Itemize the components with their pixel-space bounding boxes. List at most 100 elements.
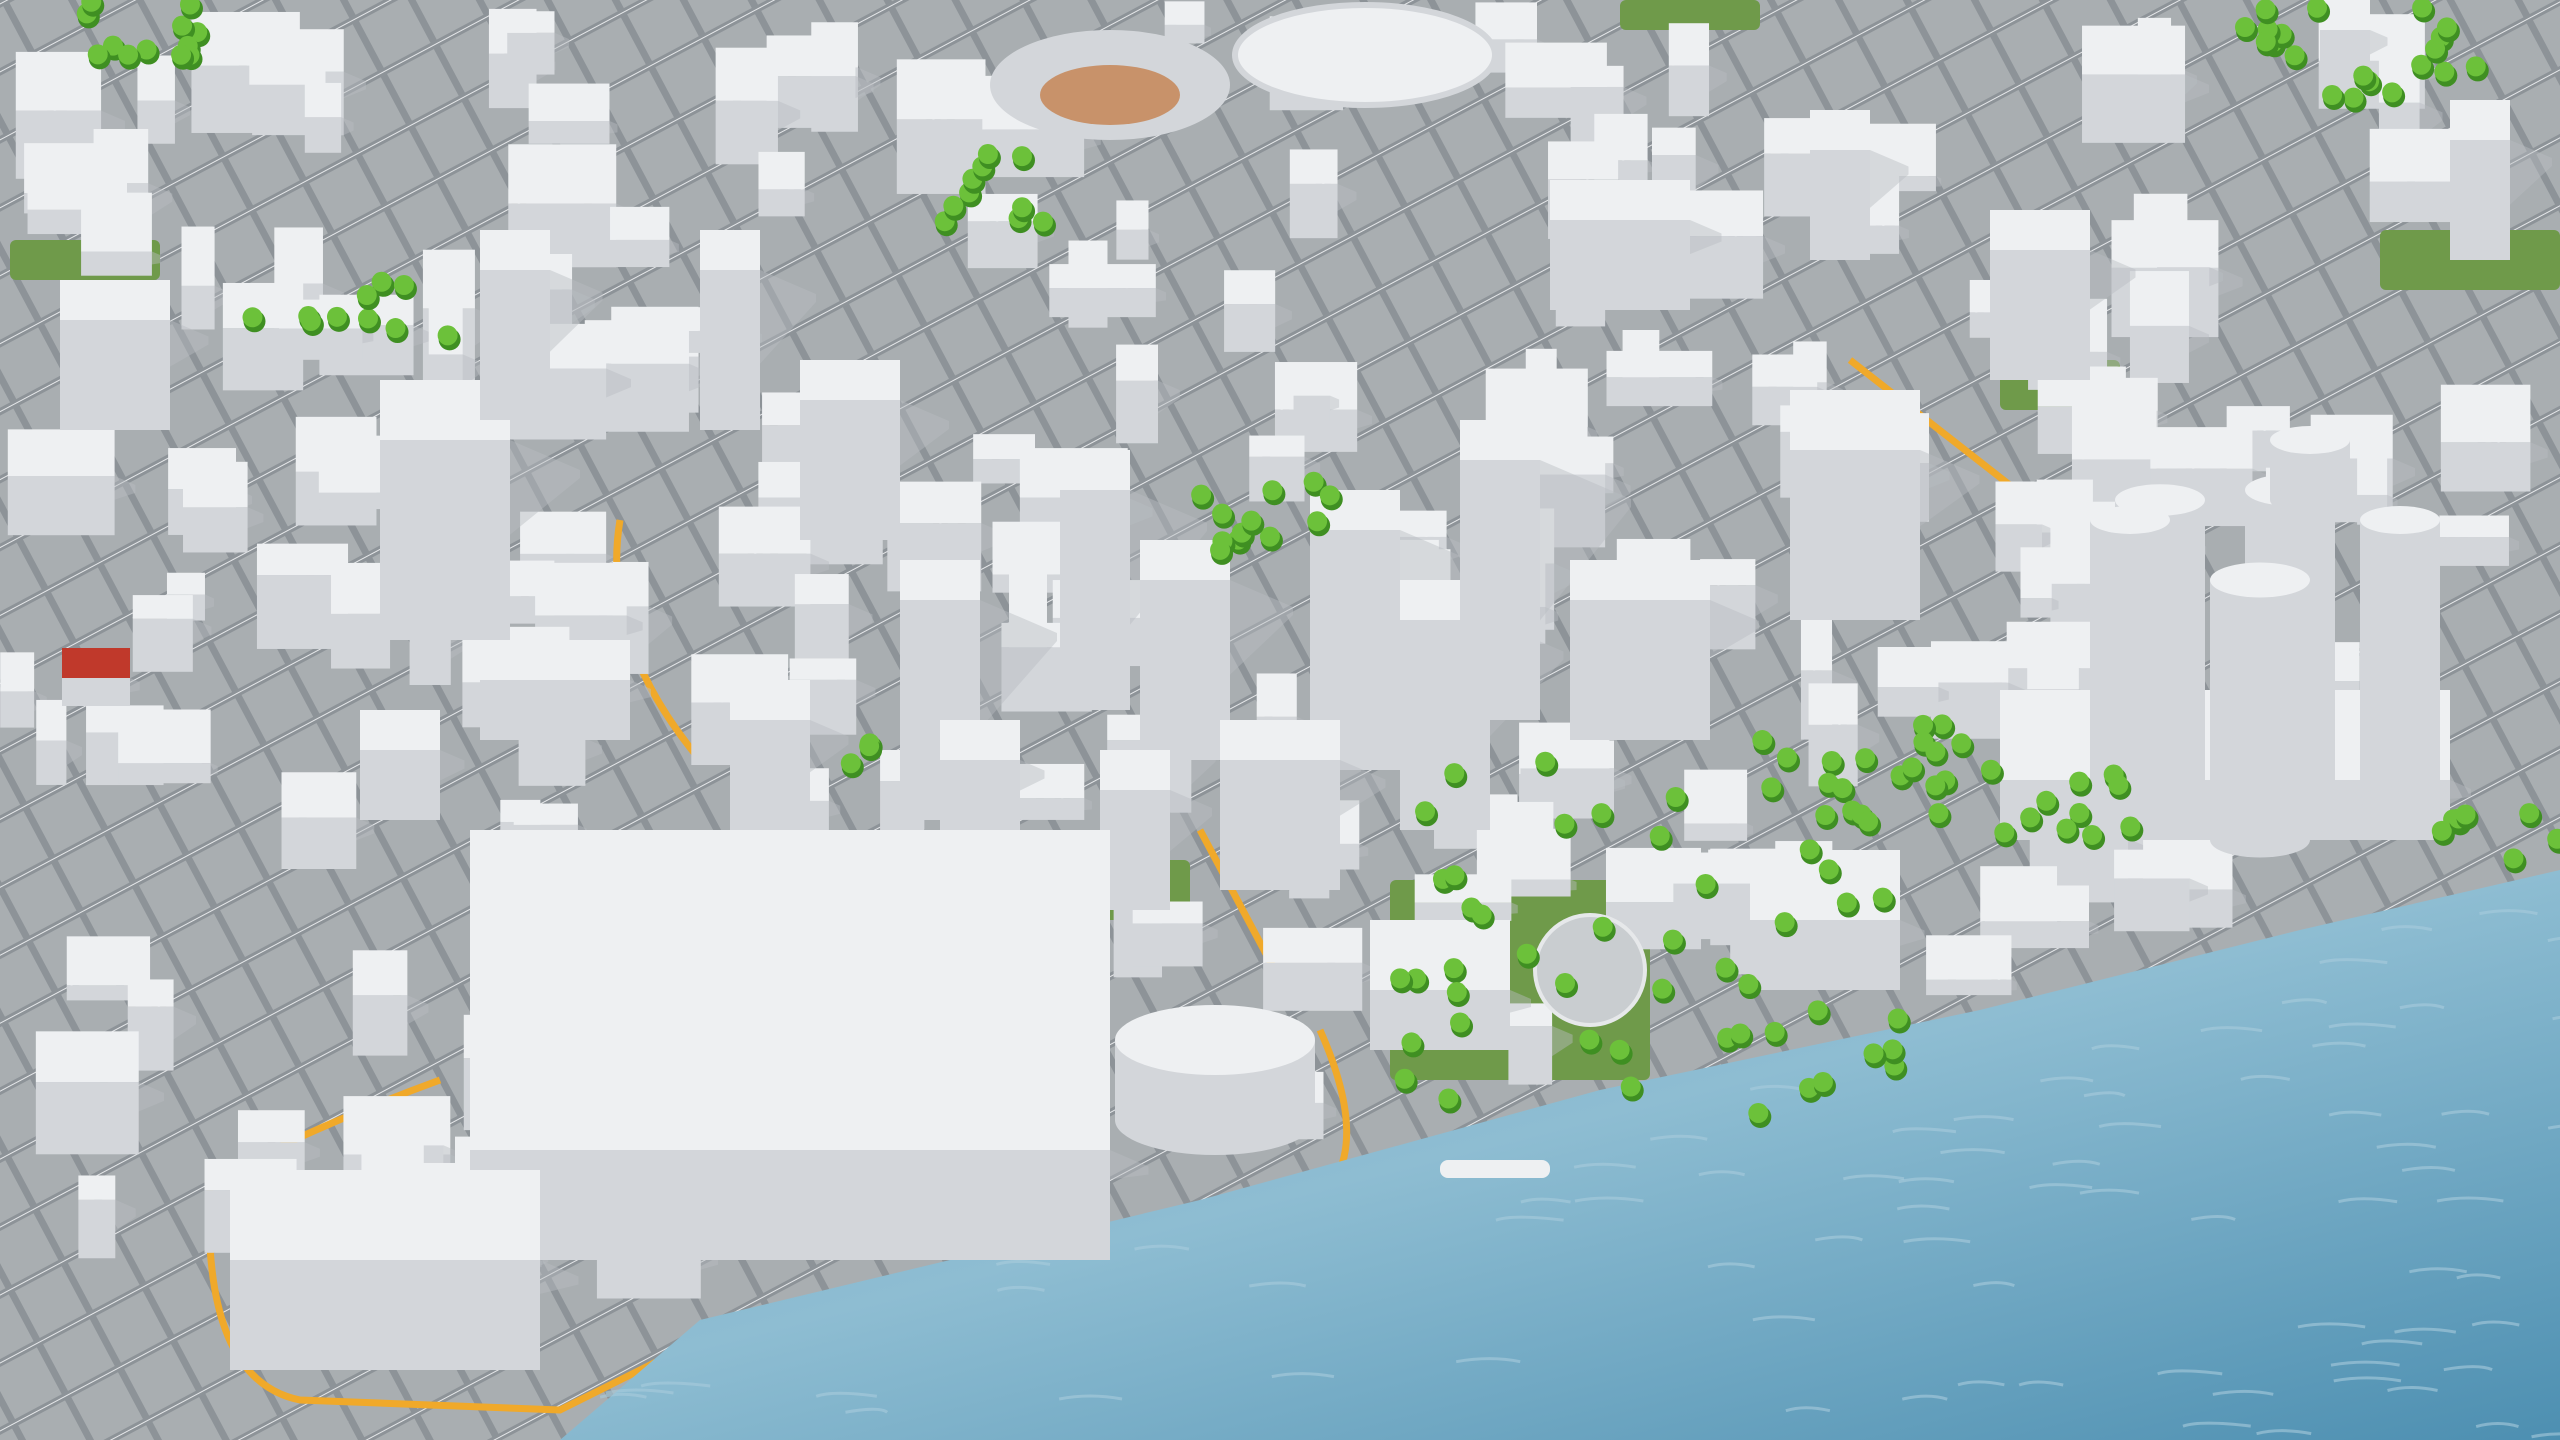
- building-roof: [62, 648, 130, 678]
- building-roof: [66, 936, 151, 986]
- building-facade: [1370, 990, 1510, 1050]
- tree-canopy: [1415, 801, 1436, 822]
- tree-canopy: [1303, 471, 1324, 492]
- building-roof: [2114, 849, 2190, 879]
- tree-canopy: [2322, 84, 2343, 105]
- building-facade: [1100, 790, 1170, 910]
- building-facade: [800, 400, 900, 540]
- tree-canopy: [1535, 751, 1556, 772]
- tree-canopy: [1012, 197, 1033, 218]
- building-facade: [2439, 537, 2509, 566]
- building-facade: [281, 817, 357, 869]
- renaissance-center-tower: [2210, 562, 2310, 858]
- building-roof: [1293, 363, 1330, 396]
- building-facade: [1116, 229, 1149, 260]
- tree-canopy: [2343, 87, 2364, 108]
- tree-canopy: [2436, 17, 2457, 38]
- building-roof: [304, 82, 342, 118]
- tree-canopy: [2431, 820, 2452, 841]
- building-roof: [1570, 65, 1624, 87]
- building: [1877, 647, 1949, 717]
- tower-base: [2210, 822, 2310, 858]
- tree-canopy: [2234, 17, 2255, 38]
- tree-canopy: [393, 274, 414, 295]
- building-roof: [896, 59, 986, 120]
- building-roof: [520, 511, 607, 554]
- tree-canopy: [2284, 45, 2305, 66]
- building-roof: [1808, 683, 1858, 725]
- hart-plaza: [1533, 913, 1647, 1027]
- tower-roof: [2270, 426, 2350, 454]
- building-roof: [1984, 885, 2089, 922]
- tree-canopy: [437, 325, 458, 346]
- building-roof: [1220, 720, 1340, 760]
- tree-canopy: [1761, 777, 1782, 798]
- tree-canopy: [1579, 1029, 1600, 1050]
- tree-canopy: [1994, 822, 2015, 843]
- tree-canopy: [1307, 511, 1328, 532]
- building-roof: [2357, 455, 2388, 495]
- tree-canopy: [1450, 1012, 1471, 1033]
- building-roof: [513, 803, 578, 825]
- tree-canopy: [1394, 1068, 1415, 1089]
- building-roof: [1164, 1, 1205, 25]
- tower-base: [1115, 1085, 1315, 1155]
- building-facade: [7, 476, 115, 536]
- building-roof: [535, 562, 627, 616]
- building-roof: [766, 35, 856, 77]
- tree-canopy: [1662, 929, 1683, 950]
- building-facade: [2450, 140, 2510, 260]
- building-facade: [2129, 325, 2189, 383]
- tower-roof: [2360, 506, 2440, 534]
- tree-canopy: [2020, 807, 2041, 828]
- building: [2439, 515, 2520, 566]
- tree-canopy: [2519, 803, 2540, 824]
- building-facade: [1790, 450, 1920, 620]
- tree-canopy: [1855, 748, 1876, 769]
- tower-body: [2090, 520, 2170, 790]
- building-facade: [518, 738, 586, 786]
- building-facade: [230, 1260, 540, 1370]
- tree-canopy: [1738, 974, 1759, 995]
- building-facade: [2020, 598, 2052, 618]
- building-facade: [304, 117, 342, 153]
- tree-canopy: [1764, 1021, 1785, 1042]
- building-roof: [127, 979, 174, 1007]
- building-facade: [480, 680, 630, 740]
- tree-canopy: [1951, 733, 1972, 754]
- building-facade: [1550, 220, 1690, 310]
- tree-canopy: [2353, 65, 2374, 86]
- building-roof: [480, 230, 550, 270]
- building-facade: [758, 189, 805, 217]
- building: [610, 206, 679, 268]
- tree-canopy: [371, 271, 392, 292]
- building-roof: [1995, 481, 2043, 525]
- tree-canopy: [1652, 978, 1673, 999]
- building-facade: [0, 691, 35, 728]
- building-roof: [528, 83, 610, 121]
- tree-canopy: [1665, 787, 1686, 808]
- tree-canopy: [1592, 916, 1613, 937]
- building-roof: [1877, 647, 1939, 687]
- building-roof: [183, 461, 248, 508]
- building-facade: [1877, 686, 1939, 717]
- building-roof: [1520, 740, 1614, 769]
- building-roof: [1652, 127, 1696, 156]
- building-roof: [2071, 401, 2157, 460]
- tree-canopy: [2255, 31, 2276, 52]
- tree-canopy: [2382, 82, 2403, 103]
- football-stadium: [1232, 2, 1498, 108]
- tree-canopy: [1032, 211, 1053, 232]
- building-facade: [1668, 65, 1710, 117]
- building: [279, 299, 374, 360]
- building: [528, 83, 618, 144]
- tree-canopy: [1620, 1076, 1641, 1097]
- tree-canopy: [1591, 803, 1612, 824]
- building-facade: [470, 1150, 1110, 1260]
- building-facade: [380, 440, 510, 640]
- stadium-dome: [1232, 2, 1498, 108]
- city-map: [0, 0, 2560, 1440]
- round-arena: [1115, 1005, 1315, 1155]
- tree-canopy: [1390, 968, 1411, 989]
- tree-canopy: [356, 285, 377, 306]
